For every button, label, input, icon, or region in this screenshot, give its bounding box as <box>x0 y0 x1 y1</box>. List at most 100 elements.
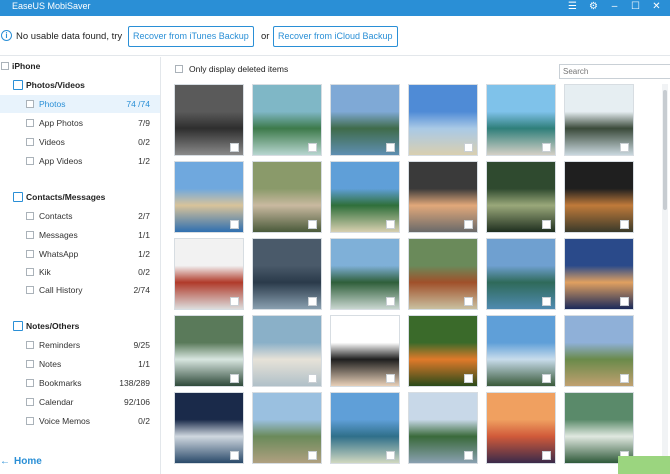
home-link[interactable]: ← Home <box>0 456 42 467</box>
sidebar-group-contacts-messages[interactable]: Contacts/Messages <box>0 188 160 206</box>
photo-checkbox[interactable] <box>386 451 395 460</box>
sidebar-item-notes[interactable]: Notes 1/1 <box>0 355 160 373</box>
recover-itunes-button[interactable]: Recover from iTunes Backup <box>128 26 254 47</box>
photo-thumbnail-tourists-cave[interactable] <box>252 238 322 310</box>
photo-thumbnail-sunset-palms[interactable] <box>564 161 634 233</box>
photo-thumbnail-tree-house[interactable] <box>252 161 322 233</box>
photo-thumbnail-jungle-resort[interactable] <box>486 161 556 233</box>
photo-checkbox[interactable] <box>386 143 395 152</box>
photo-checkbox[interactable] <box>620 220 629 229</box>
sidebar-item-messages[interactable]: Messages 1/1 <box>0 226 160 244</box>
sidebar-device[interactable]: iPhone <box>0 57 160 75</box>
photo-thumbnail-lone-palm[interactable] <box>486 315 556 387</box>
sidebar-group-notes-others[interactable]: Notes/Others <box>0 317 160 335</box>
sidebar-item-app-photos[interactable]: App Photos 7/9 <box>0 114 160 132</box>
photo-thumbnail-forest-clouds[interactable] <box>408 392 478 464</box>
photo-checkbox[interactable] <box>542 374 551 383</box>
checkbox[interactable] <box>26 231 34 239</box>
maximize-icon[interactable]: ☐ <box>630 1 641 12</box>
checkbox[interactable] <box>26 417 34 425</box>
recover-icloud-button[interactable]: Recover from iCloud Backup <box>273 26 398 47</box>
photo-thumbnail-cottage[interactable] <box>252 392 322 464</box>
photo-thumbnail-girl-rocks[interactable] <box>408 161 478 233</box>
photo-checkbox[interactable] <box>542 220 551 229</box>
settings-icon[interactable]: ⚙ <box>588 1 599 12</box>
sidebar-item-bookmarks[interactable]: Bookmarks 138/289 <box>0 374 160 392</box>
only-deleted-checkbox[interactable] <box>175 65 183 73</box>
photo-thumbnail-red-kayak[interactable] <box>174 238 244 310</box>
photo-checkbox[interactable] <box>542 451 551 460</box>
photo-thumbnail-green-cliffs[interactable] <box>330 238 400 310</box>
sidebar-group-photos-videos[interactable]: Photos/Videos <box>0 76 160 94</box>
photo-thumbnail-palm-silhouette[interactable] <box>564 84 634 156</box>
photo-checkbox[interactable] <box>308 451 317 460</box>
menu-icon[interactable]: ☰ <box>567 1 578 12</box>
checkbox[interactable] <box>26 119 34 127</box>
recover-button[interactable] <box>618 456 670 474</box>
photo-thumbnail-dusk-sea[interactable] <box>564 238 634 310</box>
photo-checkbox[interactable] <box>620 297 629 306</box>
photo-thumbnail-beach-blue-sky[interactable] <box>408 84 478 156</box>
photo-checkbox[interactable] <box>230 451 239 460</box>
photo-thumbnail-dark-sky[interactable] <box>174 392 244 464</box>
photo-thumbnail-island-bay[interactable] <box>252 84 322 156</box>
sidebar-item-videos[interactable]: Videos 0/2 <box>0 133 160 151</box>
photo-thumbnail-fountain-garden[interactable] <box>564 315 634 387</box>
photo-checkbox[interactable] <box>308 220 317 229</box>
checkbox[interactable] <box>1 62 9 70</box>
checkbox[interactable] <box>26 100 34 108</box>
photo-checkbox[interactable] <box>464 297 473 306</box>
photo-checkbox[interactable] <box>230 297 239 306</box>
photo-checkbox[interactable] <box>386 297 395 306</box>
photo-checkbox[interactable] <box>464 451 473 460</box>
checkbox[interactable] <box>26 286 34 294</box>
sidebar-item-reminders[interactable]: Reminders 9/25 <box>0 336 160 354</box>
photo-thumbnail-shack[interactable] <box>408 238 478 310</box>
checkbox[interactable] <box>26 212 34 220</box>
sidebar-item-whatsapp[interactable]: WhatsApp 1/2 <box>0 245 160 263</box>
sidebar-item-call-history[interactable]: Call History 2/74 <box>0 281 160 299</box>
sidebar-item-kik[interactable]: Kik 0/2 <box>0 263 160 281</box>
checkbox[interactable] <box>26 341 34 349</box>
sidebar-item-contacts[interactable]: Contacts 2/7 <box>0 207 160 225</box>
photo-thumbnail-ruins-bw[interactable] <box>174 84 244 156</box>
minimize-icon[interactable]: – <box>609 1 620 12</box>
photo-checkbox[interactable] <box>386 220 395 229</box>
close-icon[interactable]: ✕ <box>651 1 662 12</box>
checkbox[interactable] <box>26 138 34 146</box>
photo-checkbox[interactable] <box>230 220 239 229</box>
photo-thumbnail-beach-couple[interactable] <box>174 161 244 233</box>
sidebar-item-calendar[interactable]: Calendar 92/106 <box>0 393 160 411</box>
photo-thumbnail-cascade[interactable] <box>564 392 634 464</box>
scrollbar[interactable] <box>662 84 668 474</box>
photo-checkbox[interactable] <box>230 374 239 383</box>
photo-checkbox[interactable] <box>542 143 551 152</box>
checkbox[interactable] <box>26 398 34 406</box>
photo-checkbox[interactable] <box>464 374 473 383</box>
photo-thumbnail-river-palms[interactable] <box>486 238 556 310</box>
photo-thumbnail-orange-bird[interactable] <box>408 315 478 387</box>
photo-thumbnail-coast-bay[interactable] <box>330 392 400 464</box>
photo-thumbnail-bride-sea[interactable] <box>252 315 322 387</box>
photo-thumbnail-waterfall[interactable] <box>174 315 244 387</box>
sidebar-item-app-videos[interactable]: App Videos 1/2 <box>0 152 160 170</box>
photo-checkbox[interactable] <box>464 143 473 152</box>
checkbox[interactable] <box>26 379 34 387</box>
search-input[interactable] <box>559 64 670 79</box>
checkbox[interactable] <box>26 268 34 276</box>
sidebar-item-voice-memos[interactable]: Voice Memos 0/2 <box>0 412 160 430</box>
photo-checkbox[interactable] <box>620 143 629 152</box>
photo-thumbnail-orange-sunset[interactable] <box>486 392 556 464</box>
photo-checkbox[interactable] <box>542 297 551 306</box>
photo-checkbox[interactable] <box>230 143 239 152</box>
checkbox[interactable] <box>26 157 34 165</box>
photo-thumbnail-woman-white[interactable] <box>330 315 400 387</box>
scrollbar-thumb[interactable] <box>663 90 667 210</box>
sidebar-item-photos[interactable]: Photos 74 /74 <box>0 95 160 113</box>
photo-thumbnail-limestone-island[interactable] <box>330 84 400 156</box>
photo-checkbox[interactable] <box>464 220 473 229</box>
photo-checkbox[interactable] <box>620 374 629 383</box>
photo-checkbox[interactable] <box>308 143 317 152</box>
photo-checkbox[interactable] <box>308 374 317 383</box>
photo-checkbox[interactable] <box>386 374 395 383</box>
